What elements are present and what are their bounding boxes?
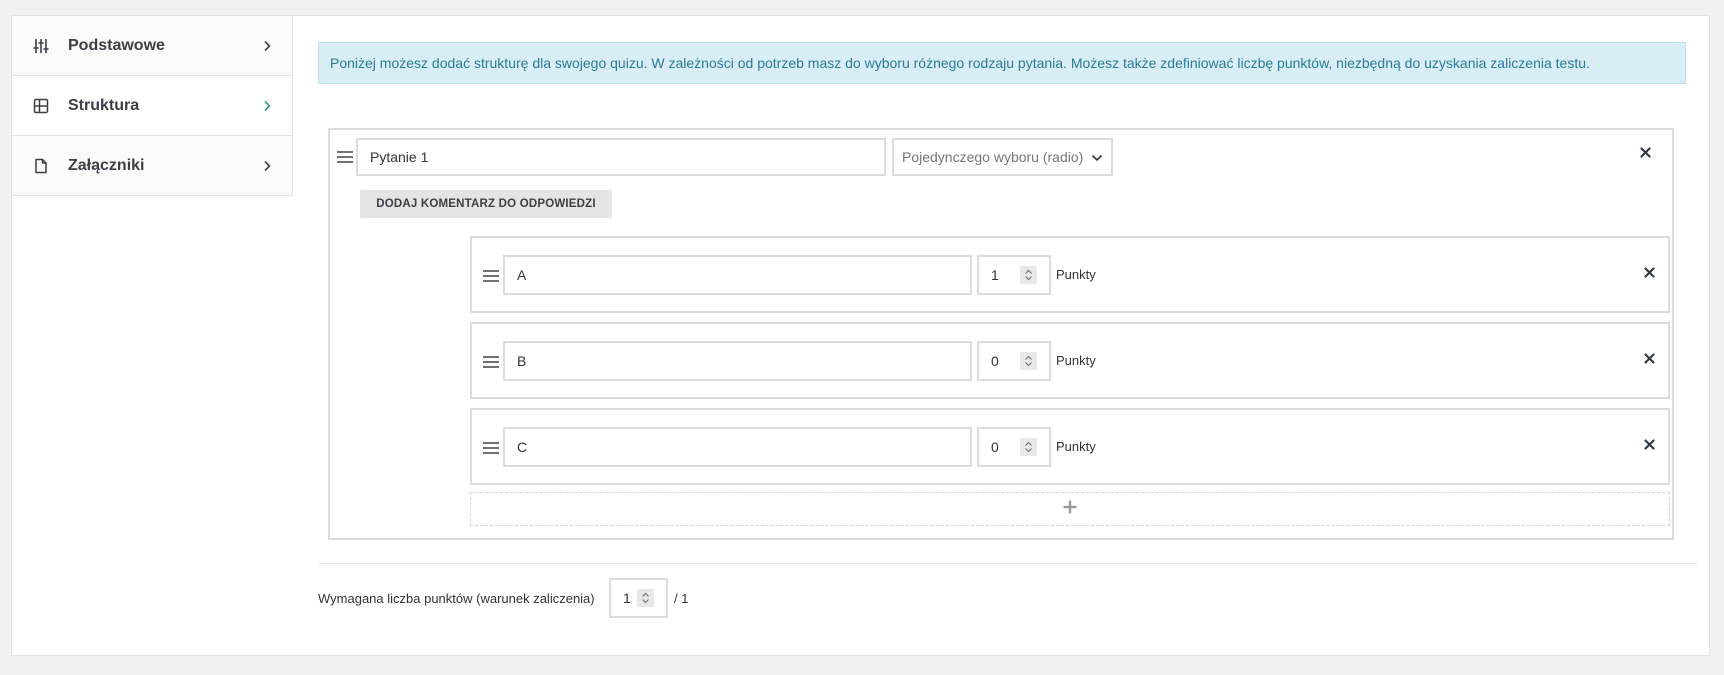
stepper-icon[interactable] xyxy=(637,589,654,607)
plus-icon xyxy=(1063,500,1077,519)
drag-handle-icon[interactable] xyxy=(482,441,499,455)
answer-row: C 0 Punkty xyxy=(470,408,1670,485)
close-icon[interactable] xyxy=(1642,265,1656,279)
drag-handle-icon[interactable] xyxy=(336,150,353,164)
answer-row: B 0 Punkty xyxy=(470,322,1670,399)
answer-points-value: 1 xyxy=(991,267,999,283)
file-icon xyxy=(32,157,50,175)
answer-row: A 1 Punkty xyxy=(470,236,1670,313)
chevron-right-icon xyxy=(260,39,274,53)
drag-handle-icon[interactable] xyxy=(482,355,499,369)
answer-text-input[interactable]: C xyxy=(503,427,972,467)
required-points-total: / 1 xyxy=(674,591,689,606)
required-points-label: Wymagana liczba punktów (warunek zalicze… xyxy=(318,591,595,606)
close-icon[interactable] xyxy=(1642,437,1656,451)
chevron-down-icon xyxy=(1091,140,1103,174)
answer-points-input[interactable]: 1 xyxy=(977,255,1051,295)
answer-points-value: 0 xyxy=(991,439,999,455)
settings-panel: Podstawowe Struktura Załączniki Poniżej … xyxy=(11,15,1710,656)
add-answer-button[interactable] xyxy=(470,492,1670,526)
sidebar: Podstawowe Struktura Załączniki xyxy=(12,16,293,196)
close-icon[interactable] xyxy=(1638,145,1652,159)
sidebar-item-label: Podstawowe xyxy=(68,36,165,54)
points-unit-label: Punkty xyxy=(1056,267,1096,282)
answer-text-input[interactable]: A xyxy=(503,255,972,295)
question-type-value: Pojedynczego wyboru (radio) xyxy=(902,149,1084,165)
add-comment-button[interactable]: DODAJ KOMENTARZ DO ODPOWIEDZI xyxy=(360,190,612,218)
required-points-input[interactable]: 1 xyxy=(609,578,668,618)
question-title-input[interactable]: Pytanie 1 xyxy=(356,138,886,176)
info-alert: Poniżej możesz dodać strukturę dla swoje… xyxy=(318,42,1686,84)
question-card: Pytanie 1 Pojedynczego wyboru (radio) DO… xyxy=(328,128,1674,540)
stepper-icon[interactable] xyxy=(1020,352,1037,370)
question-type-select[interactable]: Pojedynczego wyboru (radio) xyxy=(892,138,1113,176)
grid-icon xyxy=(32,97,50,115)
close-icon[interactable] xyxy=(1642,351,1656,365)
sidebar-item-podstawowe[interactable]: Podstawowe xyxy=(12,16,292,76)
chevron-right-icon xyxy=(260,99,274,113)
points-unit-label: Punkty xyxy=(1056,439,1096,454)
answer-points-value: 0 xyxy=(991,353,999,369)
required-points-value: 1 xyxy=(623,590,631,606)
stepper-icon[interactable] xyxy=(1020,438,1037,456)
answer-text-input[interactable]: B xyxy=(503,341,972,381)
answer-points-input[interactable]: 0 xyxy=(977,341,1051,381)
sliders-icon xyxy=(32,37,50,55)
points-unit-label: Punkty xyxy=(1056,353,1096,368)
sidebar-item-struktura[interactable]: Struktura xyxy=(12,76,292,136)
sidebar-item-label: Załączniki xyxy=(68,156,145,174)
chevron-right-icon xyxy=(260,159,274,173)
answer-points-input[interactable]: 0 xyxy=(977,427,1051,467)
sidebar-item-zalaczniki[interactable]: Załączniki xyxy=(12,136,292,196)
stepper-icon[interactable] xyxy=(1020,266,1037,284)
sidebar-item-label: Struktura xyxy=(68,96,140,114)
drag-handle-icon[interactable] xyxy=(482,269,499,283)
divider xyxy=(318,563,1698,564)
